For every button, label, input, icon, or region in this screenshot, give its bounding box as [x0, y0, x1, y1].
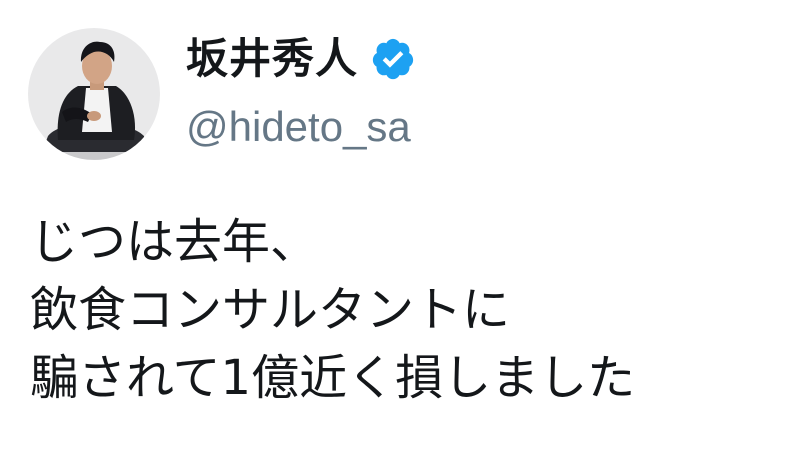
user-header: 坂井秀人 @hideto_sa [186, 28, 746, 150]
tweet-line: 飲食コンサルタントに [30, 282, 511, 338]
tweet-line: 騙されて1億近く損しました [30, 350, 636, 406]
tweet-card: 坂井秀人 @hideto_sa じつは去年、 飲食コンサルタントに 騙されて1億… [0, 0, 801, 456]
display-name[interactable]: 坂井秀人 [186, 38, 358, 80]
user-handle[interactable]: @hideto_sa [186, 103, 746, 150]
tweet-text: じつは去年、 飲食コンサルタントに 騙されて1億近く損しました [30, 208, 780, 412]
avatar[interactable] [28, 28, 160, 160]
avatar-photo-icon [28, 28, 160, 160]
name-row: 坂井秀人 [186, 28, 746, 90]
verified-badge-icon [370, 36, 416, 82]
tweet-line: じつは去年、 [30, 214, 319, 270]
